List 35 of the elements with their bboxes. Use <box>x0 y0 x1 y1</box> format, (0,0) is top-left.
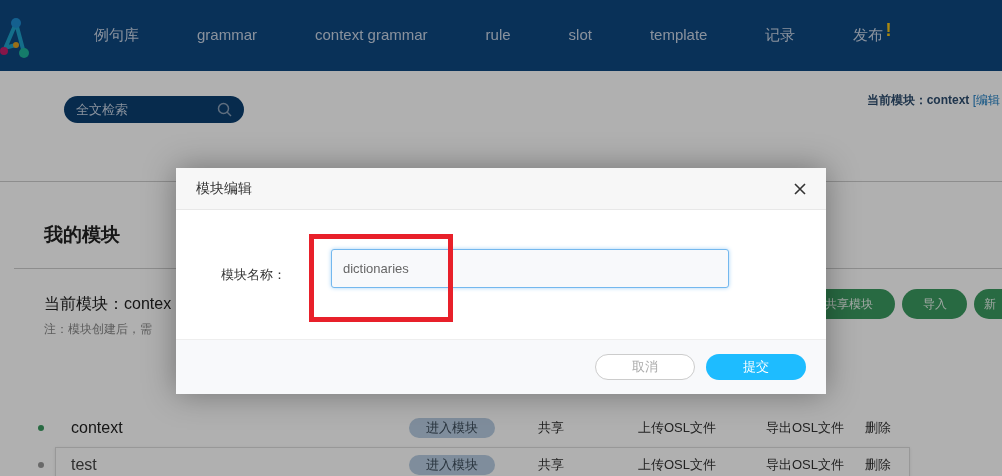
alert-mark: ! <box>885 20 892 41</box>
note-text: 注：模块创建后，需 <box>44 321 152 338</box>
close-icon[interactable] <box>792 180 808 197</box>
nav-link[interactable]: rule <box>485 26 511 45</box>
enter-module-button[interactable]: 进入模块 <box>409 455 495 475</box>
action-link[interactable]: 上传OSL文件 <box>638 456 766 474</box>
enter-module-button[interactable]: 进入模块 <box>409 418 495 438</box>
module-name-field[interactable]: dictionaries <box>331 249 729 288</box>
action-link[interactable]: 删除 <box>865 419 905 437</box>
search-icon[interactable] <box>217 102 232 117</box>
action-button[interactable]: 新 <box>974 289 1002 319</box>
action-link[interactable]: 删除 <box>865 456 905 474</box>
action-link[interactable]: 上传OSL文件 <box>638 419 766 437</box>
dialog-title: 模块编辑 <box>196 179 252 198</box>
nav-link[interactable]: context grammar <box>315 26 428 45</box>
nav-link[interactable]: 记录 <box>765 26 796 45</box>
action-link[interactable]: 共享 <box>538 456 638 474</box>
action-button[interactable]: 导入 <box>902 289 967 319</box>
edit-link[interactable]: [编辑 <box>972 93 1000 107</box>
nav-link[interactable]: template <box>649 26 708 45</box>
submit-button[interactable]: 提交 <box>706 354 806 380</box>
module-name: context <box>71 419 124 437</box>
search-field[interactable]: 全文检索 <box>64 96 244 123</box>
nav-link[interactable]: grammar <box>197 26 257 45</box>
section-title: 我的模块 <box>44 223 120 247</box>
nav-link[interactable]: 例句库 <box>94 26 139 45</box>
module-name: test <box>71 456 98 474</box>
action-link[interactable]: 共享 <box>538 419 638 437</box>
current-module-label: 当前模块：contex <box>44 293 172 314</box>
action-link[interactable]: 导出OSL文件 <box>766 456 865 474</box>
action-link[interactable]: 导出OSL文件 <box>766 419 865 437</box>
cancel-button[interactable]: 取消 <box>595 354 695 380</box>
nav-link[interactable]: slot <box>568 26 592 45</box>
current-module-label: 当前模块：context <box>866 93 971 107</box>
field-label: 模块名称： <box>221 265 287 284</box>
